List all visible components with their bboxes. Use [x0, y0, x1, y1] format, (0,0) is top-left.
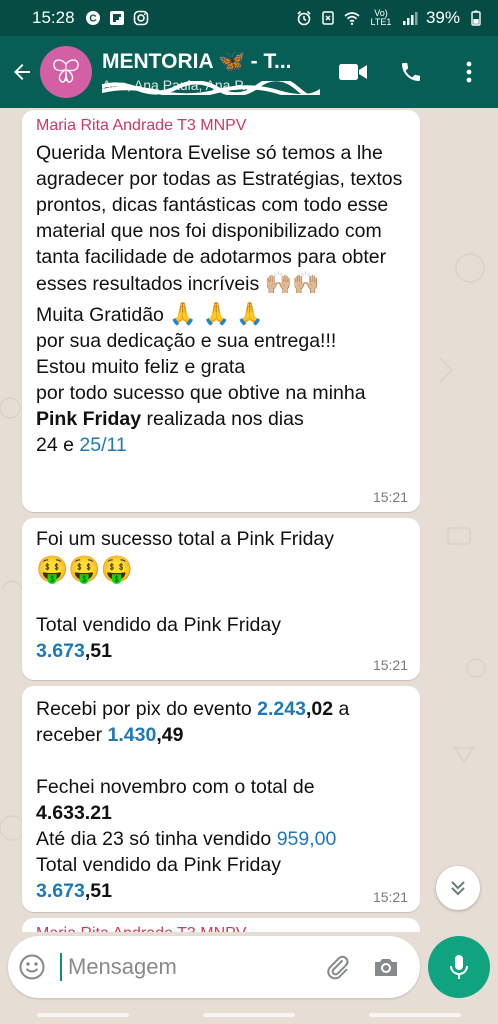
- composer-bar: [0, 932, 498, 1024]
- message-bubble[interactable]: Maria Rita Andrade T3 MNPV Querida Mento…: [22, 110, 420, 512]
- text-caret: [60, 953, 62, 981]
- signal-icon: [402, 12, 418, 25]
- bold-total: 4.633.21: [36, 802, 112, 824]
- back-button[interactable]: [4, 36, 40, 108]
- battery-percent: 39%: [425, 8, 460, 27]
- svg-text:C: C: [89, 14, 96, 25]
- message-sender[interactable]: Maria Rita Andrade T3 MNPV: [36, 924, 406, 932]
- double-chevron-down-icon: [451, 881, 465, 896]
- video-call-button[interactable]: [324, 36, 382, 108]
- message-line: Foi um sucesso total a Pink Friday: [36, 528, 335, 550]
- camera-button[interactable]: [362, 936, 410, 998]
- message-time: 15:21: [372, 489, 408, 505]
- praying-hands-emoji: 🙏 🙏 🙏: [169, 301, 264, 326]
- redaction-scribble: [102, 80, 320, 95]
- back-arrow-icon: [14, 64, 30, 80]
- message-sender[interactable]: Maria Rita Andrade T3 MNPV: [36, 116, 406, 136]
- camera-icon: [375, 959, 397, 976]
- more-options-button[interactable]: [440, 36, 498, 108]
- number-link[interactable]: 2.243: [257, 698, 306, 720]
- composer-input-pill: [8, 936, 420, 998]
- emoji-button[interactable]: [8, 936, 56, 998]
- flipboard-icon: [109, 11, 124, 25]
- paperclip-icon: [327, 955, 349, 980]
- message-bubble[interactable]: Foi um sucesso total a Pink Friday 🤑🤑🤑 T…: [22, 518, 420, 680]
- more-options-icon: [466, 61, 472, 83]
- video-call-icon: [339, 64, 367, 80]
- butterfly-logo-icon: [53, 59, 79, 83]
- network-label: Vo) LTE1: [370, 8, 392, 27]
- battery-icon: [471, 10, 481, 26]
- message-bubble[interactable]: Recebi por pix do evento 2.243,02 a rece…: [22, 686, 420, 912]
- chat-area[interactable]: Maria Rita Andrade T3 MNPV Querida Mento…: [0, 108, 498, 932]
- phone-icon: [402, 63, 420, 81]
- message-time: 15:21: [372, 889, 408, 905]
- message-line: Total vendido da Pink Friday: [36, 854, 281, 876]
- instagram-icon: [133, 10, 148, 26]
- nav-back-bar[interactable]: [369, 1013, 461, 1017]
- message-text: Querida Mentora Evelise só temos a lhe a…: [36, 142, 403, 295]
- status-time: 15:28: [32, 8, 75, 27]
- number-link[interactable]: 959,00: [277, 828, 337, 850]
- nav-home-bar[interactable]: [203, 1013, 295, 1017]
- message-line: Total vendido da Pink Friday: [36, 614, 281, 636]
- whatsapp-status-icon: C: [85, 11, 100, 25]
- chat-title: MENTORIA 🦋 - T...: [102, 49, 292, 73]
- date-link[interactable]: 25/11: [79, 434, 126, 456]
- alarm-icon: [297, 10, 311, 26]
- chat-header: MENTORIA 🦋 - T... Ana, Ana Paula, Ana P.…: [0, 36, 498, 108]
- emoji-icon: [19, 954, 45, 980]
- message-line: Estou muito feliz e grata: [36, 356, 246, 378]
- message-time: 15:21: [372, 657, 408, 673]
- chat-title-area[interactable]: MENTORIA 🦋 - T... Ana, Ana Paula, Ana P.…: [102, 50, 320, 95]
- scroll-to-bottom-button[interactable]: [436, 866, 480, 910]
- voice-record-button[interactable]: [428, 936, 490, 998]
- system-nav-bar: [0, 1006, 498, 1024]
- number-link[interactable]: 1.430: [108, 724, 157, 746]
- wifi-icon: [344, 12, 360, 25]
- bold-text: Pink Friday: [36, 408, 142, 430]
- group-avatar[interactable]: [40, 46, 92, 98]
- number-link[interactable]: 3.673: [36, 880, 85, 902]
- status-bar: 15:28 C Vo) LTE1 39%: [0, 0, 498, 36]
- nav-recent-bar[interactable]: [37, 1013, 129, 1017]
- phone-call-button[interactable]: [382, 36, 440, 108]
- message-line: Muita Gratidão: [36, 304, 164, 326]
- raising-hands-emoji: 🙌🏼🙌🏼: [264, 270, 320, 295]
- number-link[interactable]: 3.673: [36, 640, 85, 662]
- message-input[interactable]: [68, 954, 298, 980]
- silent-icon: [322, 11, 334, 25]
- message-bubble[interactable]: Maria Rita Andrade T3 MNPV: [22, 918, 420, 932]
- message-line: Fechei novembro com o total de: [36, 776, 315, 798]
- money-face-emoji: 🤑🤑🤑: [36, 554, 134, 584]
- message-line: por sua dedicação e sua entrega!!!: [36, 330, 337, 352]
- microphone-icon: [450, 955, 468, 979]
- attach-button[interactable]: [314, 936, 362, 998]
